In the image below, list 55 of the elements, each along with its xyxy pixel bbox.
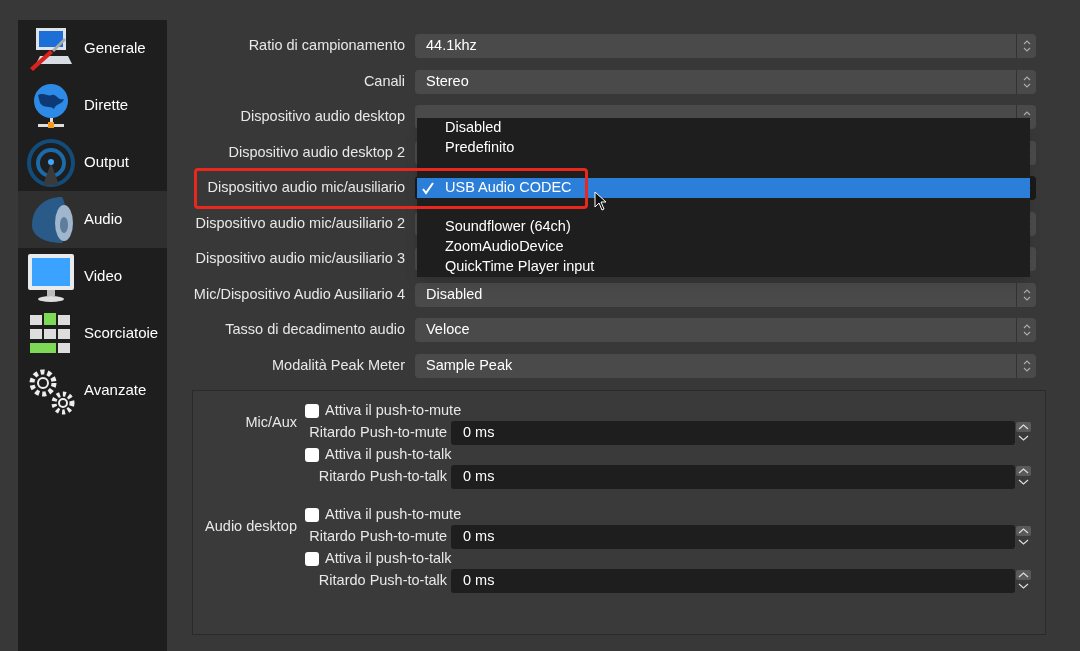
sidebar-item[interactable]: Video	[18, 248, 167, 305]
field-label: Dispositivo audio mic/ausiliario	[206, 178, 406, 198]
field-label: Dispositivo audio desktop 2	[227, 142, 406, 162]
dropdown-field[interactable]: Veloce	[415, 318, 1036, 342]
field-label: Ratio di campionamento	[247, 36, 406, 56]
field-label: Canali	[362, 71, 406, 91]
checkbox[interactable]	[305, 447, 319, 462]
spin-field[interactable]: 0 ms	[451, 568, 1015, 593]
checkbox-label: Attiva il push-to-talk	[325, 548, 452, 568]
dropdown-field[interactable]: Disabled	[415, 282, 1036, 307]
dropdown-option[interactable]: Disabled	[417, 118, 1030, 138]
checkbox-label: Attiva il push-to-talk	[325, 444, 452, 464]
sidebar-item[interactable]: Avanzate	[18, 362, 167, 419]
dropdown-option[interactable]: USB Audio CODEC	[417, 177, 1030, 198]
field-label: Mic/Dispositivo Audio Ausiliario 4	[192, 284, 406, 304]
group-label: Mic/Aux	[244, 412, 298, 432]
dropdown-option[interactable]: Soundflower (64ch)	[417, 217, 1030, 237]
stepper-arrows-icon	[1022, 287, 1031, 302]
checkbox[interactable]	[305, 403, 319, 418]
checkbox[interactable]	[305, 507, 319, 522]
spin-field[interactable]: 0 ms	[451, 464, 1015, 489]
field-label: Dispositivo audio desktop	[239, 107, 406, 127]
checkmark-icon	[421, 180, 435, 195]
dropdown-field[interactable]: Sample Peak	[415, 353, 1036, 378]
field-label: Dispositivo audio mic/ausiliario 3	[194, 249, 406, 269]
stepper-arrows-icon	[1022, 323, 1031, 337]
sidebar-item[interactable]: Audio	[18, 191, 167, 248]
spin-field[interactable]: 0 ms	[451, 524, 1015, 549]
dropdown-option[interactable]: QuickTime Player input	[417, 257, 1030, 277]
field-label: Ritardo Push-to-mute	[308, 526, 448, 546]
field-label: Ritardo Push-to-talk	[317, 466, 448, 486]
dropdown-field[interactable]: 44.1khz	[415, 34, 1036, 58]
spin-field[interactable]: 0 ms	[451, 420, 1015, 445]
field-label: Ritardo Push-to-mute	[308, 422, 448, 442]
dropdown-field[interactable]: Stereo	[415, 69, 1036, 94]
field-label: Dispositivo audio mic/ausiliario 2	[194, 213, 406, 233]
broadcast-icon	[26, 137, 76, 188]
stepper-arrows-icon	[1022, 74, 1031, 89]
checkbox-label: Attiva il push-to-mute	[325, 400, 462, 420]
checkbox[interactable]	[305, 551, 319, 566]
dropdown-option[interactable]: ZoomAudioDevice	[417, 237, 1030, 257]
sidebar-item[interactable]: Scorciatoie	[18, 305, 167, 362]
sidebar-item[interactable]: Generale	[18, 20, 167, 77]
checkbox-label: Attiva il push-to-mute	[325, 504, 462, 524]
group-label: Audio desktop	[204, 516, 298, 536]
sidebar-item[interactable]: Dirette	[18, 77, 167, 134]
stepper-arrows-icon	[1022, 358, 1031, 373]
field-label: Modalità Peak Meter	[271, 355, 406, 375]
dropdown-option[interactable]: Predefinito	[417, 138, 1030, 158]
field-label: Ritardo Push-to-talk	[317, 570, 448, 590]
stepper-arrows-icon	[1022, 39, 1031, 53]
sidebar-item[interactable]: Output	[18, 134, 167, 191]
field-label: Tasso di decadimento audio	[224, 320, 406, 340]
monitor-icon	[26, 251, 76, 302]
mouse-pointer-icon	[594, 191, 608, 211]
